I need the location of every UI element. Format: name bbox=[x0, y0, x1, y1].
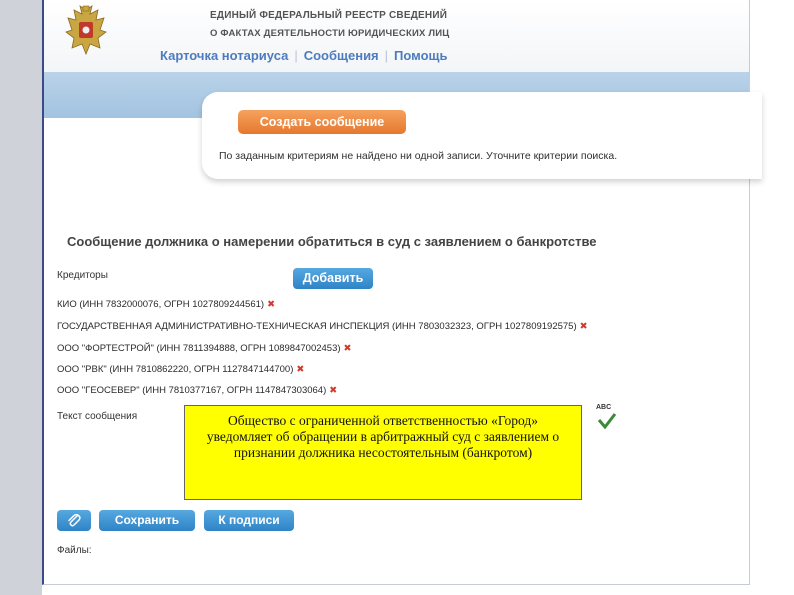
files-label: Файлы: bbox=[57, 545, 92, 556]
messages-panel: Создать сообщение По заданным критериям … bbox=[202, 92, 762, 179]
creditor-text: ООО "РВК" (ИНН 7810862220, ОГРН 11278471… bbox=[57, 364, 294, 375]
delete-icon[interactable]: ✖ bbox=[267, 299, 275, 310]
no-results-text: По заданным критериям не найдено ни одно… bbox=[219, 150, 618, 162]
creditors-label: Кредиторы bbox=[57, 270, 108, 281]
delete-icon[interactable]: ✖ bbox=[344, 343, 352, 354]
save-button[interactable]: Сохранить bbox=[99, 510, 195, 531]
spellcheck-label: ABC bbox=[596, 404, 612, 411]
spellcheck-icon[interactable]: ABC bbox=[596, 404, 618, 430]
send-for-signature-button[interactable]: К подписи bbox=[204, 510, 294, 531]
create-message-button[interactable]: Создать сообщение bbox=[238, 110, 406, 134]
main-navigation: Карточка нотариуса | Сообщения | Помощь bbox=[160, 48, 448, 63]
coat-of-arms-emblem bbox=[65, 5, 107, 56]
message-textarea[interactable]: Общество с ограниченной ответственностью… bbox=[184, 405, 582, 500]
site-header: ЕДИНЫЙ ФЕДЕРАЛЬНЫЙ РЕЕСТР СВЕДЕНИЙ О ФАК… bbox=[44, 0, 749, 72]
creditor-item: ООО "ФОРТЕСТРОЙ" (ИНН 7811394888, ОГРН 1… bbox=[57, 343, 352, 354]
creditor-text: КИО (ИНН 7832000076, ОГРН 1027809244561) bbox=[57, 299, 265, 310]
delete-icon[interactable]: ✖ bbox=[329, 385, 337, 396]
registry-title-line2: О ФАКТАХ ДЕЯТЕЛЬНОСТИ ЮРИДИЧЕСКИХ ЛИЦ bbox=[210, 28, 450, 39]
nav-notary-card[interactable]: Карточка нотариуса bbox=[160, 48, 288, 63]
creditor-text: ГОСУДАРСТВЕННАЯ АДМИНИСТРАТИВНО-ТЕХНИЧЕС… bbox=[57, 321, 577, 332]
nav-messages[interactable]: Сообщения bbox=[304, 48, 379, 63]
checkmark-icon bbox=[597, 413, 617, 430]
attach-file-button[interactable] bbox=[57, 510, 91, 531]
creditor-item: ООО "РВК" (ИНН 7810862220, ОГРН 11278471… bbox=[57, 364, 304, 375]
form-title: Сообщение должника о намерении обратитьс… bbox=[67, 234, 597, 249]
registry-title-line1: ЕДИНЫЙ ФЕДЕРАЛЬНЫЙ РЕЕСТР СВЕДЕНИЙ bbox=[210, 10, 448, 21]
message-text-label: Текст сообщения bbox=[57, 411, 138, 422]
creditor-item: ГОСУДАРСТВЕННАЯ АДМИНИСТРАТИВНО-ТЕХНИЧЕС… bbox=[57, 321, 588, 332]
creditor-text: ООО "ФОРТЕСТРОЙ" (ИНН 7811394888, ОГРН 1… bbox=[57, 343, 341, 354]
paperclip-icon bbox=[68, 513, 81, 527]
nav-separator: | bbox=[384, 48, 389, 63]
nav-separator: | bbox=[294, 48, 298, 63]
add-creditor-button[interactable]: Добавить bbox=[293, 268, 373, 289]
creditor-item: ООО "ГЕОСЕВЕР" (ИНН 7810377167, ОГРН 114… bbox=[57, 385, 337, 396]
nav-help[interactable]: Помощь bbox=[394, 48, 447, 63]
browser-page: ЕДИНЫЙ ФЕДЕРАЛЬНЫЙ РЕЕСТР СВЕДЕНИЙ О ФАК… bbox=[42, 0, 762, 585]
delete-icon[interactable]: ✖ bbox=[580, 321, 588, 332]
creditor-text: ООО "ГЕОСЕВЕР" (ИНН 7810377167, ОГРН 114… bbox=[57, 385, 327, 396]
delete-icon[interactable]: ✖ bbox=[296, 364, 304, 375]
left-background-bar bbox=[0, 0, 42, 595]
creditor-item: КИО (ИНН 7832000076, ОГРН 1027809244561)… bbox=[57, 299, 275, 310]
